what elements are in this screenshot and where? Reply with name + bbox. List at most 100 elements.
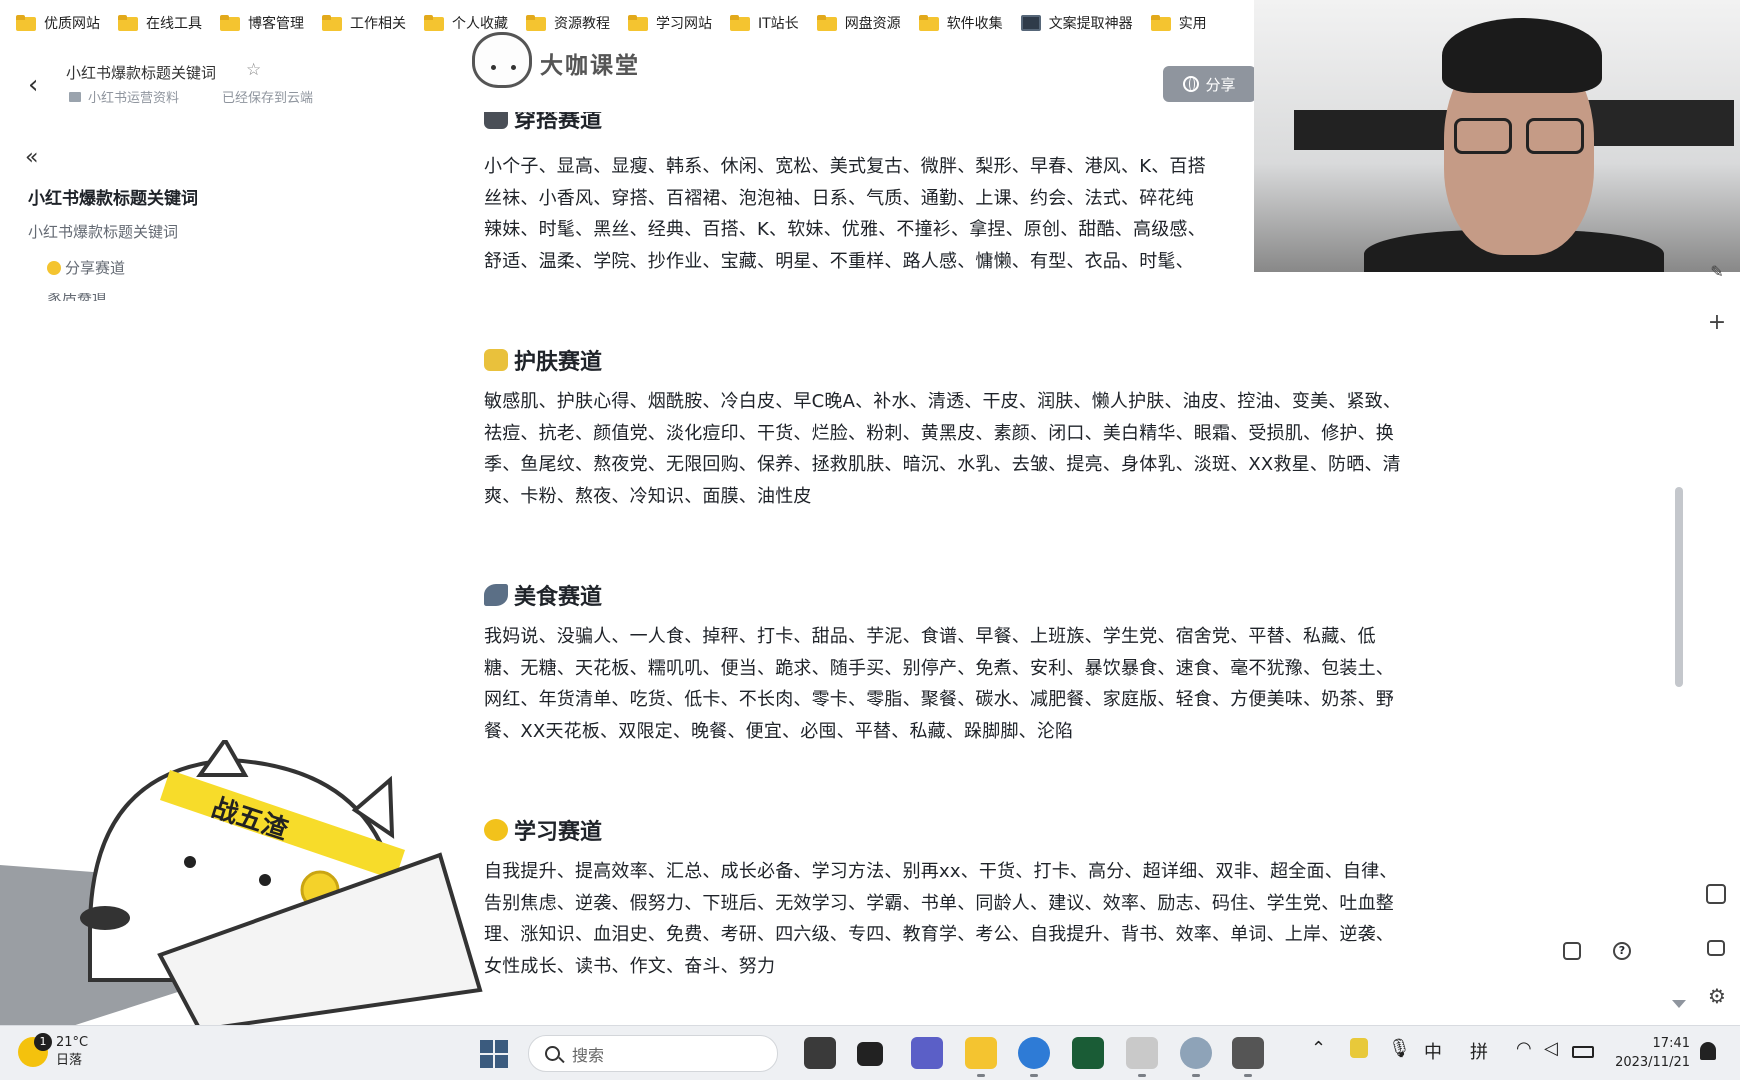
section-title: 美食赛道 <box>514 585 603 610</box>
collapse-sidebar-icon[interactable]: « <box>25 145 39 170</box>
chevron-up-icon[interactable]: ⌃ <box>1311 1038 1326 1059</box>
sidebar-title[interactable]: 小红书爆款标题关键词 <box>28 184 198 209</box>
bookmark-label: 软件收集 <box>946 16 1003 32</box>
section-title: 学习赛道 <box>514 820 603 845</box>
keyword-line: 敏感肌、护肤心得、烟酰胺、冷白皮、早C晚A、补水、清透、干皮、润肤、懒人护肤、油… <box>484 391 1402 412</box>
scroll-down-arrow-icon[interactable] <box>1672 1000 1686 1008</box>
sidebar-item-share[interactable]: 分享赛道 <box>47 257 125 278</box>
save-status: 已经保存到云端 <box>222 91 314 106</box>
bookmark-item[interactable]: 在线工具 <box>112 8 214 38</box>
mascot-head-icon <box>472 32 532 88</box>
app-pre-icon[interactable] <box>804 1037 836 1069</box>
bookmark-item[interactable]: 优质网站 <box>10 8 112 38</box>
wifi-icon[interactable]: ◠ <box>1516 1038 1532 1059</box>
glasses-icon <box>1454 118 1512 154</box>
star-icon[interactable]: ☆ <box>246 60 261 80</box>
app-icon[interactable] <box>1072 1037 1104 1069</box>
cat-ear <box>196 740 249 777</box>
section-title: 穿搭赛道 <box>514 112 603 133</box>
taskbar-search[interactable]: 搜索 <box>528 1035 778 1072</box>
comment-icon[interactable]: ✎ <box>1700 262 1734 281</box>
notes-icon[interactable] <box>1563 942 1581 960</box>
add-icon[interactable]: + <box>1700 310 1734 335</box>
settings-gear-icon[interactable]: ⚙ <box>1700 984 1734 1008</box>
bookmark-item[interactable]: 实用 <box>1145 8 1219 38</box>
screenshot-icon[interactable] <box>1706 884 1726 904</box>
section-heading: 护肤赛道 <box>484 344 1474 376</box>
bookmark-item[interactable]: IT站长 <box>724 8 811 38</box>
logo-watermark: 大咖课堂 <box>468 28 658 94</box>
share-label: 分享 <box>1205 75 1236 94</box>
doc-location[interactable]: 小红书运营资料 <box>88 87 179 106</box>
section-food: 美食赛道 我妈说、没骗人、一人食、掉秤、打卡、甜品、芋泥、食谱、早餐、上班族、学… <box>484 579 1474 747</box>
bookmark-item[interactable]: 工作相关 <box>316 8 418 38</box>
bookmark-label: 工作相关 <box>350 16 406 32</box>
app-teams-icon[interactable] <box>911 1037 943 1069</box>
help-icon[interactable]: ? <box>1613 942 1631 960</box>
keyword-line: 女性成长、读书、作文、奋斗、努力 <box>484 955 776 977</box>
microphone-icon[interactable]: 🎙 <box>1388 1038 1411 1059</box>
bookmark-item[interactable]: 文案提取神器 <box>1015 8 1145 38</box>
bookmark-item[interactable]: 网盘资源 <box>811 8 913 38</box>
start-windows-icon[interactable] <box>480 1040 508 1068</box>
share-button[interactable]: 分享 <box>1163 66 1256 102</box>
app-files-icon[interactable] <box>857 1042 883 1066</box>
section-body: 我妈说、没骗人、一人食、掉秤、打卡、甜品、芋泥、食谱、早餐、上班族、学生党、宿舍… <box>484 621 1474 747</box>
battery-icon[interactable] <box>1572 1046 1594 1058</box>
cat-eye <box>259 874 271 886</box>
keyword-line: 网红、年货清单、吃货、低卡、不长肉、零卡、零脂、聚餐、碳水、减肥餐、家庭版、轻食… <box>484 689 1394 710</box>
taskbar: 1 21°C 日落 搜索 ⌃ 🎙 中 拼 ◠ ◁ 17:41 2023/11/2… <box>0 1025 1740 1080</box>
ime-language[interactable]: 中 <box>1424 1038 1442 1064</box>
webcam-overlay <box>1254 0 1740 272</box>
running-indicator <box>1192 1074 1200 1077</box>
webcam-shelf <box>1294 110 1464 150</box>
notification-bell-icon[interactable] <box>1700 1042 1716 1060</box>
folder-icon <box>322 15 342 31</box>
logo-text: 大咖课堂 <box>540 53 640 79</box>
cat-mascot-overlay: 战五渣 <box>0 740 483 1030</box>
app-icon[interactable] <box>1180 1037 1212 1069</box>
keyword-line: 自我提升、提高效率、汇总、成长必备、学习方法、别再xx、干货、打卡、高分、超详细… <box>484 861 1398 882</box>
weather-desc: 日落 <box>56 1053 83 1068</box>
glasses-icon <box>1526 118 1584 154</box>
sidebar-outline-root[interactable]: 小红书爆款标题关键词 <box>28 221 178 242</box>
scrollbar-thumb[interactable] <box>1675 487 1683 687</box>
sidebar-item-home[interactable]: 家居赛道 <box>47 293 147 301</box>
section-title: 护肤赛道 <box>514 350 603 375</box>
phone-link-icon[interactable] <box>1232 1037 1264 1069</box>
folder-icon <box>424 15 444 31</box>
notification-badge: 1 <box>34 1033 52 1051</box>
dolphin-icon <box>484 584 508 606</box>
bookmark-item[interactable]: 博客管理 <box>214 8 316 38</box>
clock-date: 2023/11/21 <box>1615 1055 1690 1070</box>
bookmark-label: 博客管理 <box>248 16 304 32</box>
clock-time: 17:41 <box>1652 1036 1690 1051</box>
notepad-icon[interactable] <box>1126 1037 1158 1069</box>
section-body: 敏感肌、护肤心得、烟酰胺、冷白皮、早C晚A、补水、清透、干皮、润肤、懒人护肤、油… <box>484 386 1474 512</box>
panel-toggle-icon[interactable] <box>1707 940 1725 956</box>
webcam-person-hair <box>1442 18 1602 93</box>
section-body: 自我提升、提高效率、汇总、成长必备、学习方法、别再xx、干货、打卡、高分、超详细… <box>484 856 1474 982</box>
ime-mode[interactable]: 拼 <box>1470 1038 1488 1064</box>
back-arrow-icon[interactable]: ‹ <box>28 70 38 100</box>
bookmark-label: 网盘资源 <box>844 16 901 32</box>
clock[interactable]: 17:41 2023/11/21 <box>1606 1034 1690 1072</box>
edge-browser-icon[interactable] <box>1018 1037 1050 1069</box>
weather-widget[interactable]: 1 21°C 日落 <box>18 1033 88 1070</box>
folder-icon <box>918 15 939 31</box>
tray-app-icon[interactable] <box>1350 1038 1368 1058</box>
folder-icon <box>730 15 750 31</box>
eye-icon <box>491 65 496 70</box>
running-indicator <box>1138 1074 1146 1077</box>
app-icon <box>1020 15 1041 31</box>
running-indicator <box>977 1074 985 1077</box>
folder-icon <box>816 15 837 31</box>
bookmark-item[interactable]: 软件收集 <box>913 8 1015 38</box>
section-study: 学习赛道 自我提升、提高效率、汇总、成长必备、学习方法、别再xx、干货、打卡、高… <box>484 814 1474 982</box>
file-explorer-icon[interactable] <box>965 1037 997 1069</box>
keyword-line: 我妈说、没骗人、一人食、掉秤、打卡、甜品、芋泥、食谱、早餐、上班族、学生党、宿舍… <box>484 626 1376 647</box>
doc-title[interactable]: 小红书爆款标题关键词 <box>66 62 216 83</box>
running-indicator <box>1030 1074 1038 1077</box>
volume-icon[interactable]: ◁ <box>1544 1038 1558 1059</box>
search-placeholder: 搜索 <box>572 1045 605 1065</box>
